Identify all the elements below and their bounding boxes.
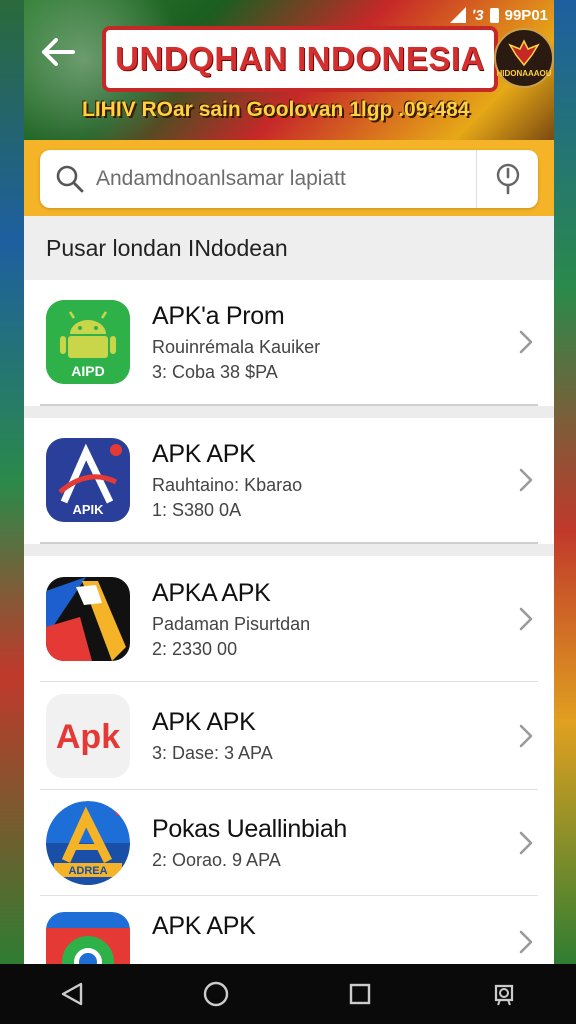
app-name: APK APK	[152, 708, 256, 736]
app-meta: Pokas Ueallinbiah 2: Oorao. 9 APA	[152, 815, 514, 871]
nav-back-button[interactable]	[42, 964, 102, 1024]
nav-home-button[interactable]	[186, 964, 246, 1024]
app-screen: ʹ3 99P01 UNDQHAN INDONESIA LIHIV ROar sa…	[24, 0, 554, 964]
banner-title: UNDQHAN INDONESIA	[102, 26, 498, 92]
app-detail: 1: S380 0A	[152, 499, 242, 520]
list-item-apk-apk-3[interactable]: APK APK	[24, 896, 554, 964]
app-subtitle: 3: Dase: 3 APA	[152, 743, 273, 763]
eagle-icon	[508, 38, 540, 66]
android-icon-label: AIPD	[71, 363, 104, 379]
circle-home-icon	[203, 981, 229, 1007]
ribbon-icon	[46, 577, 130, 661]
app-detail: 3: Coba 38 $PA	[152, 361, 278, 382]
search-box	[40, 150, 538, 208]
apk-text-icon: Apk	[46, 694, 130, 778]
battery-icon	[489, 7, 499, 23]
emblem-logo: HIDONAAAOU	[494, 28, 554, 88]
nav-recents-button[interactable]	[330, 964, 390, 1024]
header-banner: ʹ3 99P01 UNDQHAN INDONESIA LIHIV ROar sa…	[24, 0, 554, 140]
app-detail: 2: 2330 00	[152, 638, 238, 659]
a-circle-icon-label: ADREA	[68, 865, 107, 877]
list-item-apk-apk[interactable]: APIK APK APK Rauhtaino: Kbarao 1: S380 0…	[24, 418, 554, 542]
background-right	[552, 0, 576, 964]
app-meta: APK'a Prom Rouinrémala Kauiker 3: Coba 3…	[152, 302, 514, 383]
app-name: APK APK	[152, 912, 256, 940]
search-icon	[48, 164, 92, 194]
android-nav-bar	[0, 964, 576, 1024]
chevron-right-icon	[514, 724, 538, 748]
app-meta: APK APK	[152, 912, 514, 941]
data-icon: ʹ3	[471, 6, 484, 24]
background-left	[0, 0, 24, 964]
apk-text-icon-label: Apk	[56, 718, 120, 756]
android-icon: AIPD	[46, 300, 130, 384]
list-item-apk-a-prom[interactable]: AIPD APK'a Prom Rouinrémala Kauiker 3: C…	[24, 280, 554, 404]
app-name: APK APK	[152, 439, 256, 468]
emblem-text: HIDONAAAOU	[496, 68, 552, 78]
spacer	[24, 406, 554, 418]
triangle-back-icon	[61, 982, 83, 1006]
apk-a-icon: APIK	[46, 438, 130, 522]
location-pin-icon	[496, 163, 519, 195]
chevron-right-icon	[514, 930, 538, 954]
search-bar	[24, 140, 554, 216]
banner-subtitle: LIHIV ROar sain Goolovan 1lgp .09:484	[82, 98, 470, 121]
status-bar: ʹ3 99P01	[449, 4, 548, 26]
square-recents-icon	[349, 983, 371, 1005]
app-meta: APK APK 3: Dase: 3 APA	[152, 708, 514, 764]
app-subtitle: 2: Oorao. 9 APA	[152, 850, 281, 870]
app-meta: APK APK Rauhtaino: Kbarao 1: S380 0A	[152, 440, 514, 521]
app-subtitle: Rauhtaino: Kbarao	[152, 474, 303, 495]
a-circle-icon: ADREA	[46, 801, 130, 885]
search-input[interactable]	[92, 167, 476, 191]
app-name: Pokas Ueallinbiah	[152, 815, 348, 843]
assistant-icon	[494, 984, 514, 1006]
chrome-like-icon	[46, 912, 130, 964]
location-button[interactable]	[476, 150, 538, 208]
list-item-apk-apk-2[interactable]: Apk APK APK 3: Dase: 3 APA	[24, 682, 554, 790]
app-subtitle: Padaman Pisurtdan	[152, 613, 311, 634]
app-list: AIPD APK'a Prom Rouinrémala Kauiker 3: C…	[24, 280, 554, 964]
chevron-right-icon	[514, 607, 538, 631]
chevron-right-icon	[514, 468, 538, 492]
arrow-left-icon	[42, 38, 75, 66]
nav-assistant-button[interactable]	[474, 964, 534, 1024]
spacer	[24, 544, 554, 556]
app-name: APK'a Prom	[152, 301, 285, 330]
chevron-right-icon	[514, 831, 538, 855]
apk-a-icon-label: APIK	[72, 502, 104, 517]
status-time: 99P01	[504, 6, 548, 24]
section-title: Pusar londan INdodean	[24, 216, 554, 280]
app-meta: APKA APK Padaman Pisurtdan 2: 2330 00	[152, 579, 514, 660]
signal-icon	[449, 7, 466, 23]
app-subtitle: Rouinrémala Kauiker	[152, 336, 321, 357]
app-name: APKA APK	[152, 578, 271, 607]
list-item-pokas[interactable]: ADREA Pokas Ueallinbiah 2: Oorao. 9 APA	[24, 790, 554, 896]
back-button[interactable]	[38, 32, 78, 72]
chevron-right-icon	[514, 330, 538, 354]
list-item-apka-apk[interactable]: APKA APK Padaman Pisurtdan 2: 2330 00	[24, 556, 554, 682]
